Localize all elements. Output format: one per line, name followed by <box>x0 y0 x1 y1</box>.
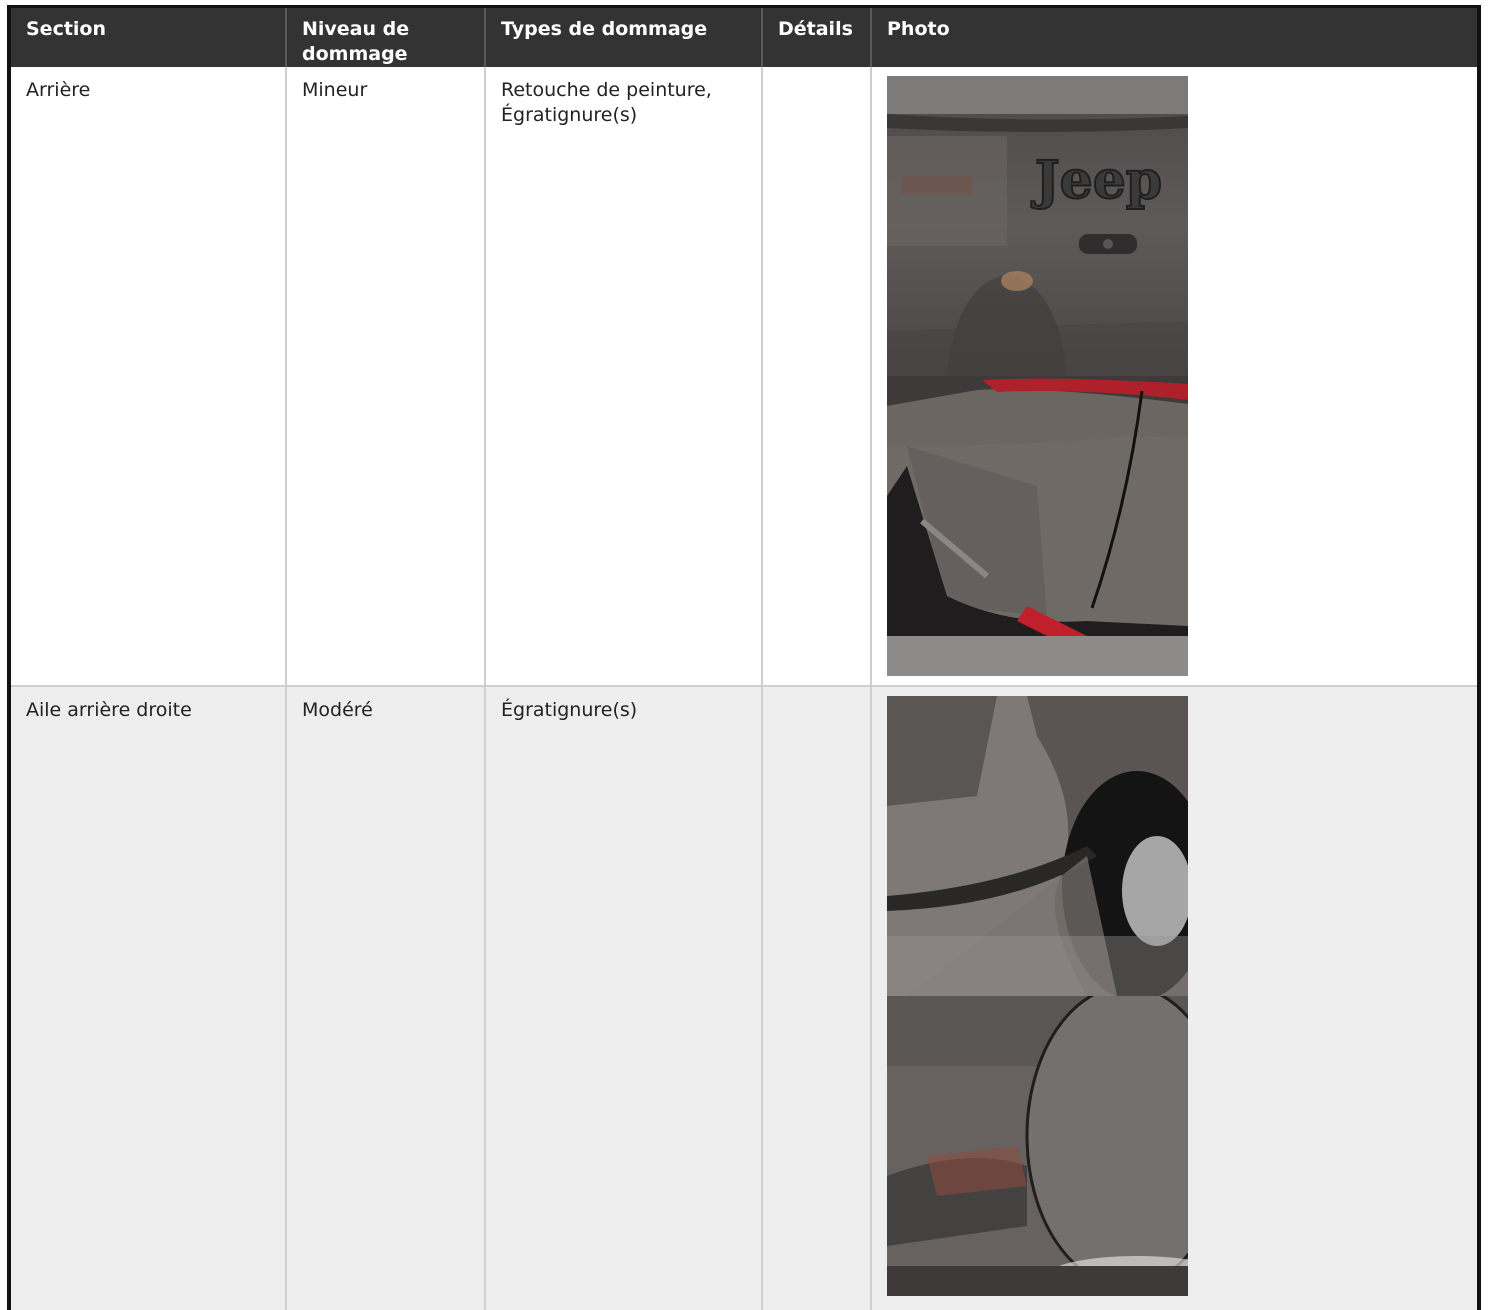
photo-cell <box>871 686 1477 1310</box>
table-header-row: Section Niveau de dommage Types de domma… <box>11 8 1477 67</box>
details-cell <box>762 686 872 1310</box>
jeep-badge-text: Jeep <box>1031 150 1162 211</box>
rear-tailgate-jeep-badge-photo[interactable]: Jeep <box>887 76 1188 376</box>
rear-bumper-scratch-photo[interactable] <box>887 376 1188 676</box>
table-row: Arrière Mineur Retouche de peinture, Égr… <box>11 67 1477 687</box>
column-header-details: Détails <box>762 8 872 67</box>
fuel-door-panel-photo[interactable] <box>887 996 1188 1296</box>
details-cell <box>762 67 872 687</box>
column-header-damage-level: Niveau de dommage <box>286 8 486 67</box>
column-header-section: Section <box>11 8 287 67</box>
column-header-damage-types: Types de dommage <box>485 8 763 67</box>
damage-table: Section Niveau de dommage Types de domma… <box>11 8 1477 1310</box>
section-cell: Arrière <box>11 67 287 687</box>
damage-types-cell: Égratignure(s) <box>485 686 763 1310</box>
column-header-photo: Photo <box>871 8 1477 67</box>
damage-level-cell: Modéré <box>286 686 486 1310</box>
rear-fender-wheel-photo[interactable] <box>887 696 1188 996</box>
damage-level-cell: Mineur <box>286 67 486 687</box>
damage-types-cell: Retouche de peinture, Égratignure(s) <box>485 67 763 687</box>
damage-report-frame: Section Niveau de dommage Types de domma… <box>7 5 1481 1310</box>
photo-cell: Jeep <box>871 67 1477 687</box>
section-cell: Aile arrière droite <box>11 686 287 1310</box>
table-row: Aile arrière droite Modéré Égratignure(s… <box>11 686 1477 1310</box>
